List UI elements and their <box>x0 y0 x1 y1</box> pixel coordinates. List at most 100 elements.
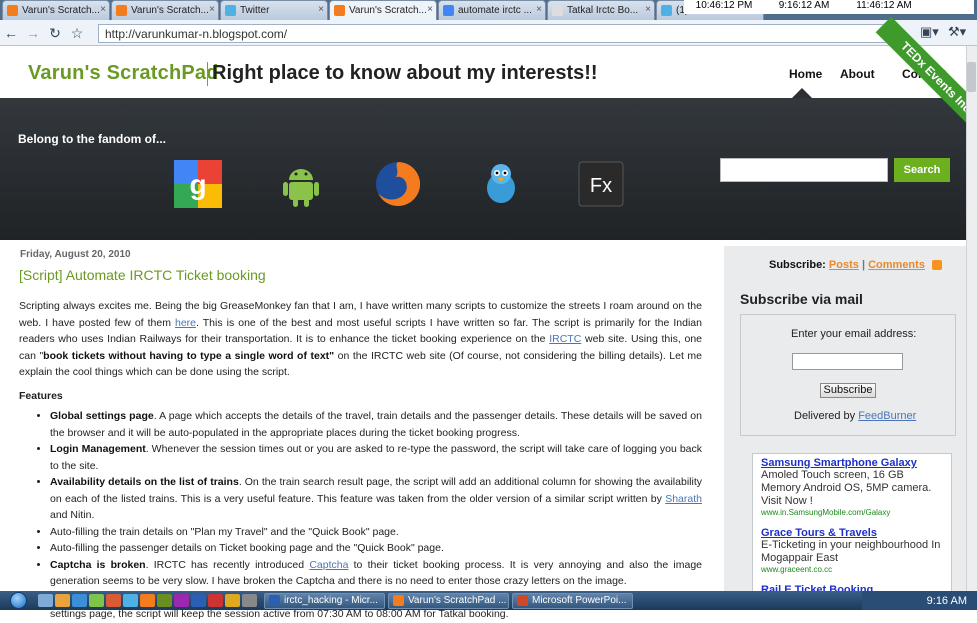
fandom-label: Belong to the fandom of... <box>18 132 166 146</box>
tab-favicon-icon <box>443 5 454 16</box>
ad-title[interactable]: Grace Tours & Travels <box>761 527 943 539</box>
tab-favicon-icon <box>225 5 236 16</box>
site-brand[interactable]: Varun's ScratchPad <box>28 62 219 85</box>
site-search-button[interactable]: Search <box>894 158 950 182</box>
quicklaunch-icon[interactable] <box>123 594 138 607</box>
quicklaunch-icon[interactable] <box>72 594 87 607</box>
taskbar-button[interactable]: irctc_hacking - Micr... <box>264 592 385 609</box>
clock-2: 9:16:12 AM <box>778 0 830 11</box>
quicklaunch-icon[interactable] <box>174 594 189 607</box>
site-search-input[interactable] <box>720 158 888 182</box>
windows-taskbar: irctc_hacking - Micr... Varun's ScratchPa… <box>0 591 977 610</box>
feature-text: Auto-filling the passenger details on Ti… <box>50 542 444 554</box>
email-input[interactable] <box>792 353 903 370</box>
tab-2[interactable]: Varun's Scratch... × <box>111 0 219 20</box>
wrench-icon[interactable]: ⚒▾ <box>948 24 966 40</box>
world-clocks: 10:46:12 PM 9:16:12 AM 11:46:12 AM <box>684 0 974 14</box>
post-date: Friday, August 20, 2010 <box>20 249 131 260</box>
quicklaunch-icon[interactable] <box>191 594 206 607</box>
brand-separator <box>207 62 208 86</box>
start-button[interactable] <box>0 591 36 610</box>
posts-link[interactable]: Posts <box>829 259 859 271</box>
taskbar-label: irctc_hacking - Micr... <box>284 595 378 606</box>
quicklaunch-icon[interactable] <box>106 594 121 607</box>
windows-orb-icon <box>9 592 27 609</box>
page-menu-icon[interactable]: ▣▾ <box>920 24 939 40</box>
tab-close-icon[interactable]: × <box>536 4 542 15</box>
tab-label: Varun's Scratch... <box>349 5 427 16</box>
subscribe-button[interactable]: Subscribe <box>820 383 876 398</box>
address-bar[interactable]: http://varunkumar-n.blogspot.com/ <box>98 24 886 43</box>
tab-close-icon[interactable]: × <box>318 4 324 15</box>
ad-url[interactable]: www.graceent.co.cc <box>761 565 943 574</box>
post-body: Scripting always excites me. Being the b… <box>19 298 702 623</box>
tab-favicon-icon <box>7 5 18 16</box>
here-link[interactable]: here <box>175 317 196 329</box>
ad-url[interactable]: www.in.SamsungMobile.com/Galaxy <box>761 508 943 517</box>
system-tray: 9:16 AM <box>862 591 977 610</box>
back-icon[interactable]: ← <box>0 23 22 43</box>
feature-link[interactable]: Sharath <box>665 493 702 505</box>
tab-5[interactable]: automate irctc ... × <box>438 0 546 20</box>
tab-label: Twitter <box>240 5 270 16</box>
feature-name: Login Management <box>50 443 146 455</box>
quicklaunch-icon[interactable] <box>89 594 104 607</box>
feedburner-link[interactable]: FeedBurner <box>858 410 916 422</box>
quicklaunch-icon[interactable] <box>140 594 155 607</box>
quicklaunch-icon[interactable] <box>38 594 53 607</box>
google-icon[interactable]: g <box>174 160 222 208</box>
ad-block: Samsung Smartphone Galaxy Amoled Touch sc… <box>752 453 952 593</box>
irctc-link[interactable]: IRCTC <box>549 333 581 345</box>
tab-3[interactable]: Twitter × <box>220 0 328 20</box>
intro-paragraph: Scripting always excites me. Being the b… <box>19 298 702 381</box>
feature-text: . Whenever the session times out or you … <box>50 443 703 472</box>
site-tagline: Right place to know about my interests!! <box>212 62 598 84</box>
scrollbar-thumb[interactable] <box>967 62 976 92</box>
delivered-by: Delivered by FeedBurner <box>794 410 916 422</box>
feature-item: Login Management. Whenever the session t… <box>50 441 702 474</box>
tab-close-icon[interactable]: × <box>100 4 106 15</box>
quicklaunch-icon[interactable] <box>55 594 70 607</box>
tab-close-icon[interactable]: × <box>427 4 433 15</box>
tab-label: automate irctc ... <box>458 5 532 16</box>
post-title[interactable]: [Script] Automate IRCTC Ticket booking <box>19 267 266 283</box>
ad-description: E-Ticketing in your neighbourhood In Mog… <box>761 539 941 564</box>
quicklaunch-icon[interactable] <box>208 594 223 607</box>
features-heading: Features <box>19 389 63 402</box>
taskbar-button[interactable]: Varun's ScratchPad ... <box>388 592 509 609</box>
app-icon <box>517 595 528 606</box>
delivered-by-text: Delivered by <box>794 410 859 422</box>
reload-icon[interactable]: ↻ <box>44 23 66 43</box>
tab-1[interactable]: Varun's Scratch... × <box>2 0 110 20</box>
tab-close-icon[interactable]: × <box>645 4 651 15</box>
rss-icon[interactable] <box>932 260 942 271</box>
clock-1: 10:46:12 PM <box>695 0 753 11</box>
taskbar-button[interactable]: Microsoft PowerPoi... <box>512 592 633 609</box>
nav-home[interactable]: Home <box>789 67 822 81</box>
nav-about[interactable]: About <box>840 67 875 81</box>
tweetdeck-bird-icon[interactable] <box>477 160 525 208</box>
comments-link[interactable]: Comments <box>868 259 925 271</box>
tab-6[interactable]: Tatkal Irctc Bo... × <box>547 0 655 20</box>
android-icon[interactable] <box>277 160 325 208</box>
tab-4[interactable]: Varun's Scratch... × <box>329 0 437 20</box>
forward-icon[interactable]: → <box>22 23 44 43</box>
firefox-icon[interactable] <box>374 160 422 208</box>
app-icon <box>393 595 404 606</box>
tray-clock[interactable]: 9:16 AM <box>927 595 967 607</box>
quicklaunch-icon[interactable] <box>157 594 172 607</box>
star-icon[interactable]: ☆ <box>66 23 88 43</box>
feature-name: Captcha is broken <box>50 558 146 571</box>
tab-label: Tatkal Irctc Bo... <box>567 5 639 16</box>
app-icon <box>269 595 280 606</box>
quicklaunch-icon[interactable] <box>225 594 240 607</box>
subscribe-label: Subscribe: <box>769 259 826 271</box>
scrollbar[interactable] <box>966 46 977 591</box>
nav-active-caret <box>792 88 812 98</box>
tab-close-icon[interactable]: × <box>209 4 215 15</box>
quicklaunch-icon[interactable] <box>242 594 257 607</box>
flex-fx-icon[interactable]: Fx <box>577 160 625 208</box>
tab-favicon-icon <box>552 5 563 16</box>
feature-link[interactable]: Captcha <box>309 559 348 571</box>
ad-title[interactable]: Samsung Smartphone Galaxy <box>761 457 943 469</box>
